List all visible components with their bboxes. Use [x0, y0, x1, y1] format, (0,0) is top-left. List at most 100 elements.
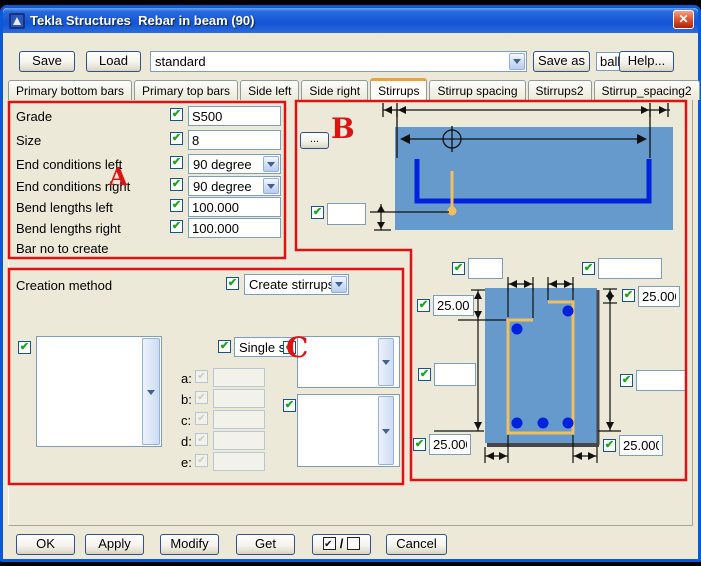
grade-checkbox[interactable]	[170, 108, 183, 121]
size-label: Size	[16, 133, 41, 148]
end-conditions-right-checkbox[interactable]	[170, 178, 183, 191]
size-checkbox[interactable]	[170, 132, 183, 145]
size-input[interactable]	[188, 130, 281, 150]
stirrup-shape-checkbox[interactable]	[18, 341, 31, 354]
help-button[interactable]: Help...	[619, 51, 674, 72]
cs-top-left-checkbox[interactable]	[452, 262, 465, 275]
bend-lengths-left-input[interactable]	[188, 197, 281, 217]
param-d-input	[213, 431, 265, 450]
bend-lengths-right-label: Bend lengths right	[16, 221, 121, 236]
creation-method-select[interactable]: Create stirrups	[244, 274, 349, 295]
param-c-label: c:	[181, 413, 191, 428]
cover-top-left-input[interactable]	[433, 295, 474, 316]
param-c-input	[213, 410, 265, 429]
param-d-checkbox	[195, 433, 208, 446]
cancel-button[interactable]: Cancel	[386, 534, 447, 555]
elevation-offset-input[interactable]	[327, 203, 366, 225]
close-button[interactable]: ✕	[673, 10, 694, 29]
toggle-separator: /	[340, 536, 344, 551]
save-button[interactable]: Save	[19, 51, 75, 72]
cs-top-right-checkbox[interactable]	[582, 262, 595, 275]
stirrup-shape-dropdown[interactable]	[142, 338, 160, 445]
modify-button[interactable]: Modify	[160, 534, 219, 555]
tab-side-right[interactable]: Side right	[301, 80, 368, 100]
screen: Tekla Structures Rebar in beam (90) ✕ Sa…	[0, 0, 701, 566]
cs-top-right-input[interactable]	[598, 258, 662, 279]
grade-label: Grade	[16, 109, 52, 124]
cs-mid-right-input[interactable]	[636, 370, 687, 391]
param-b-input	[213, 389, 265, 408]
end-conditions-left-label: End conditions left	[16, 157, 122, 172]
window-title: Tekla Structures Rebar in beam (90)	[30, 13, 254, 28]
cover-bottom-left-checkbox[interactable]	[413, 438, 426, 451]
bend-lengths-right-input[interactable]	[188, 218, 281, 238]
grade-input[interactable]	[188, 106, 281, 126]
cover-top-right-input[interactable]	[638, 286, 680, 307]
tab-stirrup-spacing2[interactable]: Stirrup_spacing2	[594, 80, 700, 100]
titlebar: Tekla Structures Rebar in beam (90)	[3, 8, 698, 33]
end-conditions-left-value: 90 degree	[193, 157, 252, 172]
param-b-label: b:	[181, 392, 192, 407]
toggle-fields-button[interactable]: /	[312, 534, 371, 555]
param-a-checkbox	[195, 370, 208, 383]
apply-button[interactable]: Apply	[85, 534, 144, 555]
param-e-checkbox	[195, 454, 208, 467]
hook-top-preview-checkbox[interactable]	[283, 341, 296, 354]
creation-method-label: Creation method	[16, 278, 112, 293]
tab-stirrup-spacing[interactable]: Stirrup spacing	[429, 80, 525, 100]
param-b-checkbox	[195, 391, 208, 404]
app-icon	[9, 13, 25, 29]
creation-method-checkbox[interactable]	[226, 277, 239, 290]
cover-top-right-checkbox[interactable]	[622, 289, 635, 302]
elevation-offset-checkbox[interactable]	[311, 206, 324, 219]
hook-bottom-preview-checkbox[interactable]	[283, 399, 296, 412]
end-conditions-right-label: End conditions right	[16, 179, 130, 194]
bend-lengths-right-checkbox[interactable]	[170, 220, 183, 233]
tab-side-left[interactable]: Side left	[240, 80, 299, 100]
param-e-label: e:	[181, 455, 192, 470]
tab-stirrups[interactable]: Stirrups	[370, 78, 427, 100]
chevron-down-icon[interactable]	[509, 53, 525, 70]
load-button[interactable]: Load	[86, 51, 141, 72]
hook-top-dropdown[interactable]	[378, 338, 394, 386]
cs-mid-right-checkbox[interactable]	[620, 374, 633, 387]
size-browse-button[interactable]: ...	[300, 132, 329, 149]
end-conditions-left-checkbox[interactable]	[170, 156, 183, 169]
chevron-down-icon[interactable]	[331, 276, 347, 293]
stirrup-type-checkbox[interactable]	[218, 340, 231, 353]
cover-bottom-right-input[interactable]	[619, 435, 663, 456]
param-a-input	[213, 368, 265, 387]
chevron-down-icon[interactable]	[263, 156, 279, 172]
tab-stirrups2[interactable]: Stirrups2	[528, 80, 592, 100]
end-conditions-right-select[interactable]: 90 degree	[188, 176, 281, 196]
chevron-down-icon[interactable]	[263, 178, 279, 194]
bend-lengths-left-checkbox[interactable]	[170, 199, 183, 212]
cover-top-left-checkbox[interactable]	[417, 299, 430, 312]
end-conditions-right-value: 90 degree	[193, 179, 252, 194]
cs-mid-left-input[interactable]	[434, 363, 476, 386]
bend-lengths-left-label: Bend lengths left	[16, 200, 113, 215]
param-a-label: a:	[181, 371, 192, 386]
tab-bar: Primary bottom bars Primary top bars Sid…	[8, 80, 700, 100]
ok-button[interactable]: OK	[16, 534, 75, 555]
creation-method-value: Create stirrups	[249, 277, 334, 292]
end-conditions-left-select[interactable]: 90 degree	[188, 154, 281, 174]
get-button[interactable]: Get	[236, 534, 295, 555]
close-icon: ✕	[678, 12, 688, 26]
preset-combobox[interactable]: standard	[150, 51, 527, 72]
save-as-button[interactable]: Save as	[533, 51, 590, 72]
param-e-input	[213, 452, 265, 471]
checked-box-icon	[323, 537, 336, 550]
unchecked-box-icon	[347, 537, 360, 550]
cover-bottom-right-checkbox[interactable]	[603, 439, 616, 452]
preset-value: standard	[155, 54, 206, 69]
param-c-checkbox	[195, 412, 208, 425]
bar-no-to-create-label: Bar no to create	[16, 241, 109, 256]
hook-bottom-dropdown[interactable]	[378, 396, 394, 465]
cs-mid-left-checkbox[interactable]	[418, 368, 431, 381]
cs-top-left-input[interactable]	[468, 258, 503, 279]
param-d-label: d:	[181, 434, 192, 449]
tab-primary-bottom-bars[interactable]: Primary bottom bars	[8, 80, 132, 100]
tab-primary-top-bars[interactable]: Primary top bars	[134, 80, 238, 100]
cover-bottom-left-input[interactable]	[429, 434, 471, 455]
